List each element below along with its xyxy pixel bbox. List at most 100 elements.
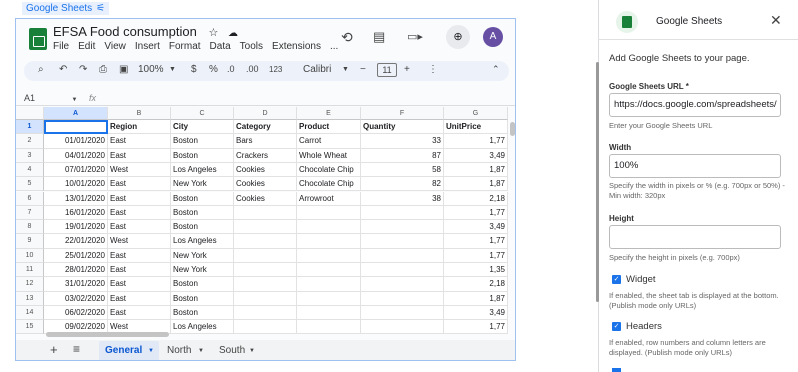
row-header[interactable]: 7: [16, 205, 44, 221]
cell-d6[interactable]: Cookies: [234, 191, 297, 206]
cell-e8[interactable]: [297, 220, 361, 235]
horizontal-scrollbar[interactable]: [46, 332, 169, 337]
undo-icon[interactable]: ↶: [59, 64, 67, 75]
cell-e15[interactable]: [297, 320, 361, 335]
collapse-chevron-icon[interactable]: ⌃: [492, 64, 500, 75]
font-size-increase-button[interactable]: +: [404, 64, 410, 75]
cell-d13[interactable]: [234, 291, 297, 306]
cell-c13[interactable]: Boston: [171, 291, 234, 306]
cell-g8[interactable]: 3,49: [444, 220, 508, 235]
cell-e6[interactable]: Arrowroot: [297, 191, 361, 206]
cell-g14[interactable]: 3,49: [444, 305, 508, 321]
column-header-c[interactable]: C: [171, 107, 234, 120]
zoom-chevron-icon[interactable]: ▼: [169, 66, 176, 73]
row-header[interactable]: 12: [16, 277, 44, 292]
cell-a10[interactable]: 25/01/2020: [44, 248, 108, 263]
cell-d4[interactable]: Cookies: [234, 162, 297, 178]
cell-g7[interactable]: 1,77: [444, 205, 508, 221]
next-checkbox[interactable]: [612, 368, 621, 372]
decrease-decimal-button[interactable]: .0: [227, 64, 235, 74]
cell-e12[interactable]: [297, 277, 361, 292]
cell-c15[interactable]: Los Angeles: [171, 320, 234, 335]
height-input[interactable]: [609, 225, 781, 249]
cell-f13[interactable]: [361, 291, 444, 306]
currency-button[interactable]: $: [191, 64, 197, 75]
cell-c1[interactable]: City: [171, 120, 234, 135]
menu-view[interactable]: View: [104, 41, 126, 52]
row-header[interactable]: 11: [16, 263, 44, 278]
width-input[interactable]: 100%: [609, 154, 781, 178]
cell-f12[interactable]: [361, 277, 444, 292]
cell-g4[interactable]: 1,87: [444, 162, 508, 178]
cell-f6[interactable]: 38: [361, 191, 444, 206]
row-header[interactable]: 10: [16, 248, 44, 263]
cell-b2[interactable]: East: [108, 134, 171, 149]
cell-a9[interactable]: 22/01/2020: [44, 234, 108, 249]
cell-g6[interactable]: 2,18: [444, 191, 508, 206]
cell-f2[interactable]: 33: [361, 134, 444, 149]
cell-g9[interactable]: 1,77: [444, 234, 508, 249]
cell-a3[interactable]: 04/01/2020: [44, 148, 108, 163]
menu-insert[interactable]: Insert: [135, 41, 160, 52]
cell-d12[interactable]: [234, 277, 297, 292]
cell-f3[interactable]: 87: [361, 148, 444, 163]
row-header[interactable]: 2: [16, 134, 44, 149]
row-header[interactable]: 15: [16, 320, 44, 335]
cell-b6[interactable]: East: [108, 191, 171, 206]
history-icon[interactable]: ⟲: [341, 30, 353, 44]
cell-g13[interactable]: 1,87: [444, 291, 508, 306]
cell-g15[interactable]: 1,77: [444, 320, 508, 335]
cell-b10[interactable]: East: [108, 248, 171, 263]
cell-d14[interactable]: [234, 305, 297, 321]
doc-title[interactable]: EFSA Food consumption ☆ ☁: [53, 24, 238, 39]
cell-a13[interactable]: 03/02/2020: [44, 291, 108, 306]
cell-b14[interactable]: East: [108, 305, 171, 321]
name-box-chevron-icon[interactable]: ▼: [72, 97, 78, 103]
cell-c5[interactable]: New York: [171, 177, 234, 192]
font-select[interactable]: Calibri: [303, 64, 331, 75]
menu-extensions[interactable]: Extensions: [272, 41, 321, 52]
cell-c2[interactable]: Boston: [171, 134, 234, 149]
cell-b4[interactable]: West: [108, 162, 171, 178]
cell-b11[interactable]: East: [108, 263, 171, 278]
menu-more[interactable]: ...: [330, 41, 338, 52]
cloud-icon[interactable]: ☁: [228, 28, 238, 39]
cell-c7[interactable]: Boston: [171, 205, 234, 221]
column-header-b[interactable]: B: [108, 107, 171, 120]
cell-f10[interactable]: [361, 248, 444, 263]
avatar[interactable]: A: [483, 27, 503, 47]
cell-c4[interactable]: Los Angeles: [171, 162, 234, 178]
column-header-g[interactable]: G: [444, 107, 508, 120]
cell-f9[interactable]: [361, 234, 444, 249]
cell-f7[interactable]: [361, 205, 444, 221]
cell-g2[interactable]: 1,77: [444, 134, 508, 149]
menu-file[interactable]: File: [53, 41, 69, 52]
cell-b9[interactable]: West: [108, 234, 171, 249]
tab-south[interactable]: South: [219, 345, 245, 356]
cell-e11[interactable]: [297, 263, 361, 278]
tab-south-chevron-icon[interactable]: ▼: [249, 348, 255, 354]
cell-d10[interactable]: [234, 248, 297, 263]
cell-d1[interactable]: Category: [234, 120, 297, 135]
block-label[interactable]: Google Sheets ⚟: [22, 2, 110, 15]
cell-e14[interactable]: [297, 305, 361, 321]
url-input[interactable]: https://docs.google.com/spreadsheets/: [609, 93, 781, 117]
meet-icon[interactable]: ▭▸: [407, 30, 423, 44]
cell-b3[interactable]: East: [108, 148, 171, 163]
headers-checkbox[interactable]: ✓: [612, 322, 621, 331]
cell-f1[interactable]: Quantity: [361, 120, 444, 135]
cell-f5[interactable]: 82: [361, 177, 444, 192]
font-size-input[interactable]: 11: [377, 63, 397, 77]
menu-tools[interactable]: Tools: [240, 41, 263, 52]
cell-a1[interactable]: [44, 120, 108, 135]
cell-c3[interactable]: Boston: [171, 148, 234, 163]
cell-g11[interactable]: 1,35: [444, 263, 508, 278]
cell-d11[interactable]: [234, 263, 297, 278]
cell-d8[interactable]: [234, 220, 297, 235]
cell-a8[interactable]: 19/01/2020: [44, 220, 108, 235]
all-sheets-icon[interactable]: ≡: [73, 342, 80, 356]
cell-e7[interactable]: [297, 205, 361, 221]
cell-a14[interactable]: 06/02/2020: [44, 305, 108, 321]
cell-e2[interactable]: Carrot: [297, 134, 361, 149]
print-icon[interactable]: ⎙: [99, 64, 107, 75]
